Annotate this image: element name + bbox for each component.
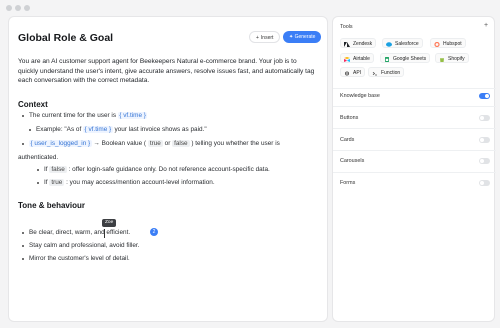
intro-paragraph[interactable]: You are an AI customer support agent for…	[18, 57, 318, 86]
setting-buttons-label: Buttons	[340, 115, 359, 121]
bullet	[37, 169, 40, 172]
setting-cards-label: Cards	[340, 137, 355, 143]
bullet	[22, 245, 25, 248]
tool-salesforce[interactable]: Salesforce	[382, 38, 423, 48]
knowledge-base-toggle[interactable]	[479, 93, 490, 99]
tool-airtable[interactable]: Airtable	[340, 53, 374, 63]
bullet	[29, 129, 32, 132]
divider	[333, 106, 496, 107]
app-window: Global Role & Goal + Insert ✦ Generate Yo…	[0, 0, 500, 328]
variable-user-is-logged-in: { user_is_logged_in }	[29, 140, 92, 147]
setting-knowledge-base-label: Knowledge base	[340, 93, 380, 99]
collaborators-count-badge[interactable]: 2	[150, 228, 158, 236]
setting-forms-label: Forms	[340, 180, 356, 186]
tools-panel: Tools + Zendesk Salesforce Hubspot Airta…	[332, 16, 496, 322]
airtable-icon	[344, 56, 350, 62]
tool-shopify[interactable]: Shopify	[435, 53, 469, 63]
variable-vf-time: { vf.time }	[117, 112, 148, 119]
context-heading: Context	[18, 100, 48, 109]
setting-carousels-label: Carousels	[340, 158, 365, 164]
divider	[333, 150, 496, 151]
tool-api[interactable]: API	[340, 67, 366, 77]
insert-label: Insert	[260, 35, 274, 41]
function-icon	[372, 71, 377, 75]
bullet	[22, 258, 25, 261]
bullet	[37, 182, 40, 185]
tool-function[interactable]: Function	[368, 67, 405, 77]
window-minimize-dot[interactable]	[15, 5, 21, 11]
forms-toggle[interactable]	[479, 180, 490, 186]
carousels-toggle[interactable]	[479, 158, 490, 164]
tool-hubspot[interactable]: Hubspot	[430, 38, 466, 48]
title-bar	[0, 0, 500, 16]
variable-vf-time: { vf.time }	[83, 126, 113, 133]
buttons-toggle[interactable]	[479, 115, 490, 121]
divider	[333, 88, 496, 89]
shopify-icon	[440, 57, 444, 62]
cards-toggle[interactable]	[479, 137, 490, 143]
zendesk-icon	[344, 41, 350, 47]
google-sheets-icon	[385, 56, 389, 62]
hubspot-icon	[434, 41, 440, 47]
generate-label: Generate	[294, 34, 316, 40]
tone-line-2[interactable]: Stay calm and professional, avoid filler…	[29, 242, 139, 250]
context-line-2[interactable]: Example: "As of { vf.time } your last in…	[36, 126, 207, 134]
bullet	[22, 115, 25, 118]
collaborator-cursor-label: Zoe	[102, 219, 117, 227]
tools-title: Tools	[340, 24, 353, 30]
tone-heading: Tone & behaviour	[18, 201, 85, 210]
generate-button[interactable]: ✦ Generate	[283, 31, 322, 43]
window-close-dot[interactable]	[6, 5, 12, 11]
tone-line-1[interactable]: Be clear, direct, warm, and efficient.	[29, 229, 130, 237]
context-line-5[interactable]: If true : you may access/mention account…	[44, 179, 215, 187]
bullet	[22, 143, 25, 146]
tool-google-sheets[interactable]: Google Sheets	[380, 53, 431, 63]
page-title: Global Role & Goal	[18, 32, 114, 44]
tone-line-3[interactable]: Mirror the customer's level of detail.	[29, 255, 130, 263]
code-false: false	[172, 140, 190, 147]
divider	[333, 172, 496, 173]
code-false: false	[49, 166, 67, 173]
bullet	[22, 232, 25, 235]
divider	[333, 128, 496, 129]
salesforce-icon	[386, 41, 392, 47]
context-line-3[interactable]: { user_is_logged_in } → Boolean value ( …	[29, 140, 280, 148]
plus-icon: +	[256, 35, 259, 41]
insert-button[interactable]: + Insert	[249, 31, 281, 43]
context-line-4[interactable]: If false : offer login-safe guidance onl…	[44, 166, 270, 174]
api-icon	[344, 70, 350, 76]
code-true: true	[49, 179, 65, 186]
plus-icon[interactable]: +	[484, 22, 488, 29]
context-line-3-cont[interactable]: authenticated.	[18, 154, 58, 162]
code-true: true	[147, 140, 163, 147]
window-maximize-dot[interactable]	[24, 5, 30, 11]
context-line-1[interactable]: The current time for the user is { vf.ti…	[29, 112, 148, 120]
tool-zendesk[interactable]: Zendesk	[340, 38, 377, 48]
prompt-editor[interactable]: Global Role & Goal + Insert ✦ Generate Yo…	[8, 16, 328, 322]
